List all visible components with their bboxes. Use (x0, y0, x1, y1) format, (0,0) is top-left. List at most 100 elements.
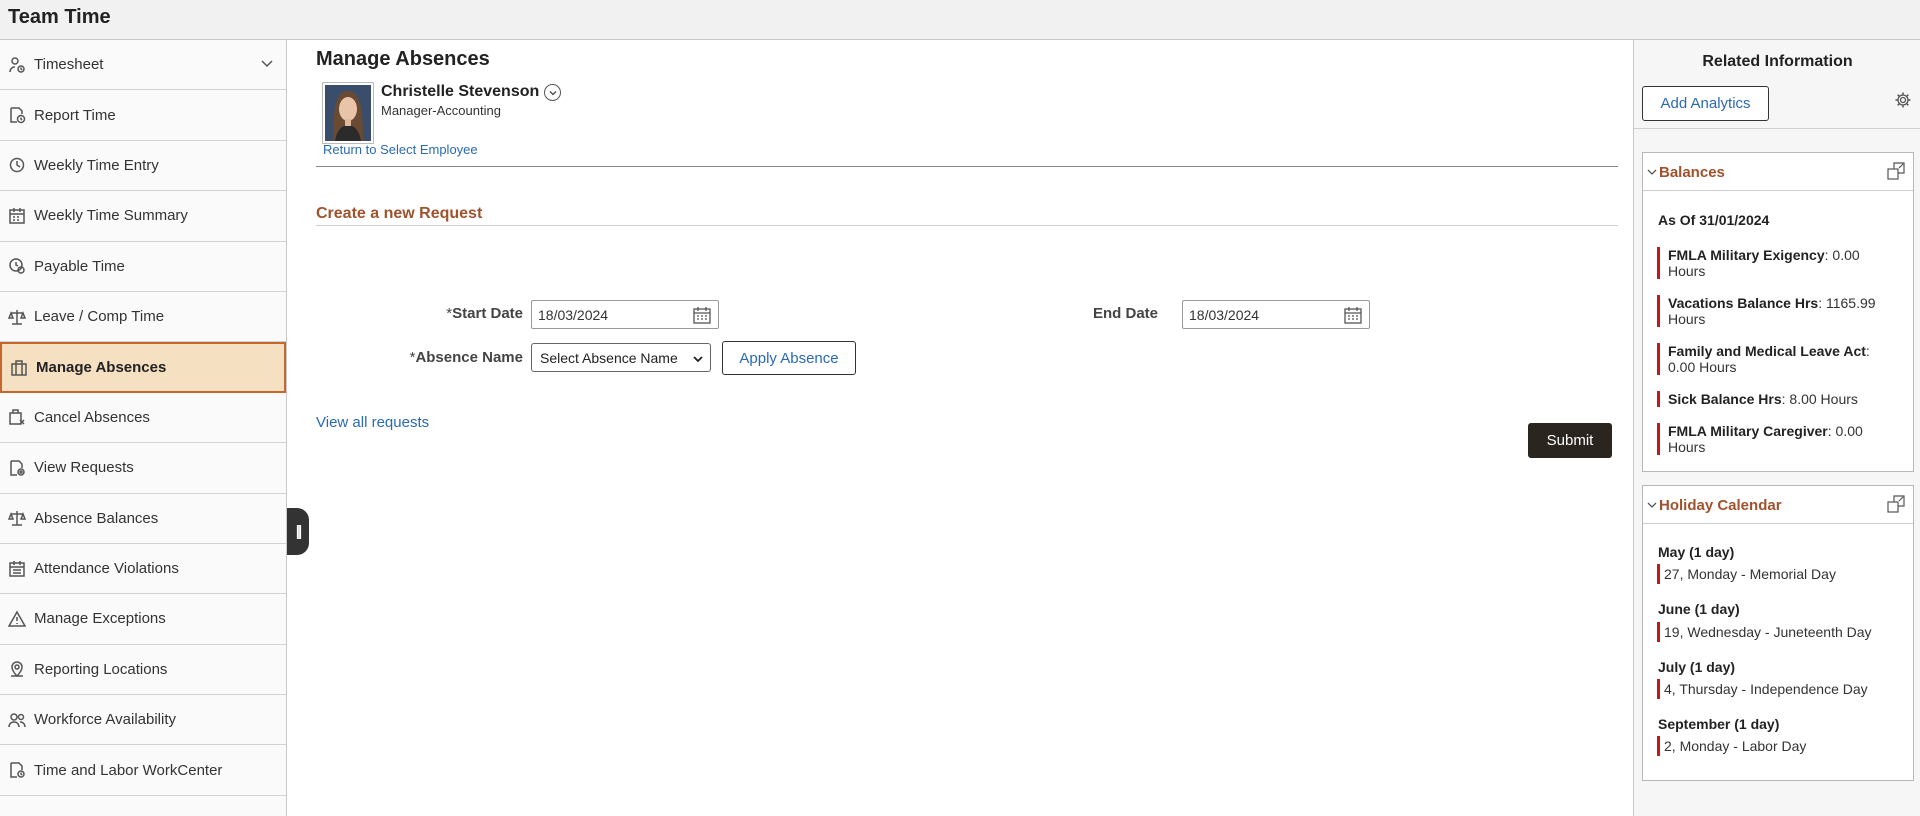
expand-icon[interactable] (1887, 162, 1905, 184)
chevron-down-icon[interactable] (544, 84, 561, 101)
person-clock-icon (7, 55, 27, 75)
sidebar-item-reporting-locations[interactable]: Reporting Locations (0, 645, 286, 696)
calendar-icon (7, 559, 27, 579)
people-icon (7, 710, 27, 730)
balances-tile: Balances As Of 31/01/2024 FMLA Military … (1642, 152, 1914, 472)
sidebar-item-label: Report Time (34, 106, 116, 124)
balance-name: FMLA Military Exigency (1668, 247, 1825, 263)
holiday-month: September (1 day) (1658, 716, 1780, 732)
chevron-down-icon (692, 352, 704, 368)
balance-item: Sick Balance Hrs: 8.00 Hours (1657, 391, 1907, 407)
sidebar-item-weekly-time-entry[interactable]: Weekly Time Entry (0, 141, 286, 192)
holiday-month: June (1 day) (1658, 601, 1740, 617)
sidebar-item-label: Weekly Time Summary (34, 207, 188, 225)
workcenter-icon (7, 760, 27, 780)
holiday-item: 27, Monday - Memorial Day (1657, 564, 1836, 584)
app-header: Team Time (0, 0, 1920, 40)
sidebar-item-workforce-availability[interactable]: Workforce Availability (0, 695, 286, 746)
location-pin-icon (7, 659, 27, 679)
related-information-panel: Related Information Add Analytics Balanc… (1633, 40, 1920, 816)
sidebar-item-weekly-time-summary[interactable]: Weekly Time Summary (0, 191, 286, 242)
holiday-calendar-title: Holiday Calendar (1659, 497, 1782, 514)
absence-name-select[interactable]: Select Absence Name (531, 343, 711, 372)
holiday-month: July (1 day) (1658, 659, 1736, 675)
sidebar-item-label: Payable Time (34, 257, 125, 275)
sidebar-item-view-requests[interactable]: View Requests (0, 443, 286, 494)
sidebar-item-label: Manage Exceptions (34, 610, 166, 628)
view-all-requests-link[interactable]: View all requests (316, 414, 429, 431)
balances-tile-header: Balances (1643, 153, 1913, 191)
avatar (322, 82, 374, 144)
submit-button[interactable]: Submit (1528, 423, 1612, 458)
sidebar-item-manage-exceptions[interactable]: Manage Exceptions (0, 594, 286, 645)
balance-unit: 0.00 Hours (1668, 359, 1737, 375)
sidebar-item-manage-absences[interactable]: Manage Absences (0, 342, 286, 393)
balance-unit: Hours (1668, 263, 1706, 279)
balance-value: : (1865, 343, 1870, 359)
divider (1634, 128, 1920, 129)
sidebar-item-attendance-violations[interactable]: Attendance Violations (0, 544, 286, 595)
gear-icon[interactable] (1894, 91, 1912, 113)
balance-name: Family and Medical Leave Act (1668, 343, 1866, 359)
balance-unit: Hours (1668, 311, 1706, 327)
holiday-calendar-tile: Holiday Calendar May (1 day) 27, Monday … (1642, 485, 1914, 781)
sidebar-item-report-time[interactable]: Report Time (0, 90, 286, 141)
panel-title: Related Information (1702, 53, 1853, 70)
start-date-field[interactable]: 18/03/2024 (531, 300, 719, 329)
end-date-field[interactable]: 18/03/2024 (1182, 300, 1370, 329)
add-analytics-button[interactable]: Add Analytics (1642, 86, 1769, 121)
balance-item: Family and Medical Leave Act: 0.00 Hours (1657, 343, 1907, 375)
chevron-down-icon[interactable] (1646, 498, 1658, 515)
return-to-select-employee-link[interactable]: Return to Select Employee (323, 142, 478, 157)
start-date-value: 18/03/2024 (538, 306, 609, 323)
holiday-calendar-tile-header: Holiday Calendar (1643, 486, 1913, 524)
employee-name: Christelle Stevenson (381, 83, 540, 100)
balance-value: : 0.00 (1824, 247, 1860, 263)
briefcase-cancel-icon (7, 407, 27, 427)
calendar-icon[interactable] (686, 301, 718, 328)
sidebar-item-label: Weekly Time Entry (34, 156, 159, 174)
balance-name: Sick Balance Hrs (1668, 391, 1782, 407)
holiday-month: May (1 day) (1658, 544, 1735, 560)
sidebar-item-label: Timesheet (34, 56, 104, 74)
sidebar-item-label: Absence Balances (34, 509, 159, 527)
calendar-icon[interactable] (1337, 301, 1369, 328)
balance-scale-icon (7, 508, 27, 528)
chevron-down-icon[interactable] (1646, 165, 1658, 182)
expand-icon[interactable] (1887, 495, 1905, 517)
main-content: Manage Absences Christelle Stevenson Man… (288, 40, 1633, 816)
absence-name-label-text: Absence Name (415, 349, 523, 366)
sidebar-item-label: Reporting Locations (34, 660, 168, 678)
employee-title: Manager-Accounting (381, 103, 501, 118)
chevron-down-icon[interactable] (260, 56, 274, 74)
sidebar-item-absence-balances[interactable]: Absence Balances (0, 494, 286, 544)
balances-title: Balances (1659, 164, 1725, 181)
end-date-value: 18/03/2024 (1189, 306, 1260, 323)
apply-absence-button[interactable]: Apply Absence (722, 341, 856, 375)
scale-icon (7, 307, 27, 327)
sidebar-item-payable-time[interactable]: Payable Time (0, 242, 286, 292)
sidebar-item-time-labor-workcenter[interactable]: Time and Labor WorkCenter (0, 745, 286, 796)
absence-name-selected: Select Absence Name (540, 349, 678, 366)
page-title: Manage Absences (316, 48, 490, 70)
sidebar-item-timesheet[interactable]: Timesheet (0, 40, 286, 91)
sidebar-item-cancel-absences[interactable]: Cancel Absences (0, 393, 286, 444)
balance-item: FMLA Military Exigency: 0.00 Hours (1657, 247, 1907, 279)
sidebar: Timesheet Report Time Weekly Time Entry … (0, 40, 287, 816)
sidebar-item-leave-comp-time[interactable]: Leave / Comp Time (0, 292, 286, 343)
section-title: Create a new Request (316, 205, 483, 222)
balance-name: Vacations Balance Hrs (1668, 295, 1819, 311)
calendar-grid-icon (7, 206, 27, 226)
sidebar-item-label: View Requests (34, 459, 134, 477)
report-time-icon (7, 105, 27, 125)
start-date-label: *Start Date (443, 305, 523, 322)
end-date-label: End Date (1092, 305, 1158, 322)
absence-name-label: *Absence Name (403, 349, 523, 366)
divider (316, 166, 1618, 167)
balance-item: FMLA Military Caregiver: 0.00 Hours (1657, 423, 1907, 455)
start-date-label-text: Start Date (452, 305, 523, 322)
app-title: Team Time (8, 6, 111, 28)
warning-icon (7, 609, 27, 629)
sidebar-item-label: Attendance Violations (34, 560, 179, 578)
document-view-icon (7, 458, 27, 478)
